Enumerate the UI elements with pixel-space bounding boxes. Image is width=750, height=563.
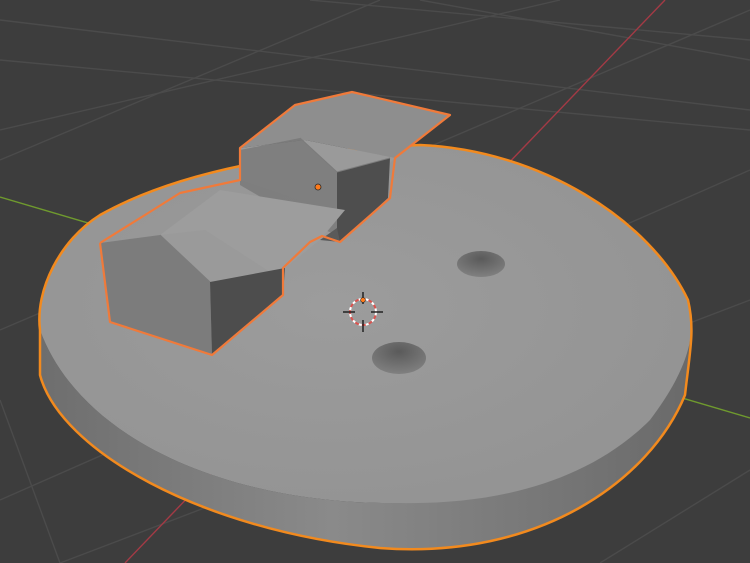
viewport-canvas[interactable]: [0, 0, 750, 563]
disc-hole: [372, 342, 426, 374]
3d-viewport[interactable]: [0, 0, 750, 563]
object-origin-dot[interactable]: [314, 183, 322, 191]
disc-hole: [457, 251, 505, 277]
